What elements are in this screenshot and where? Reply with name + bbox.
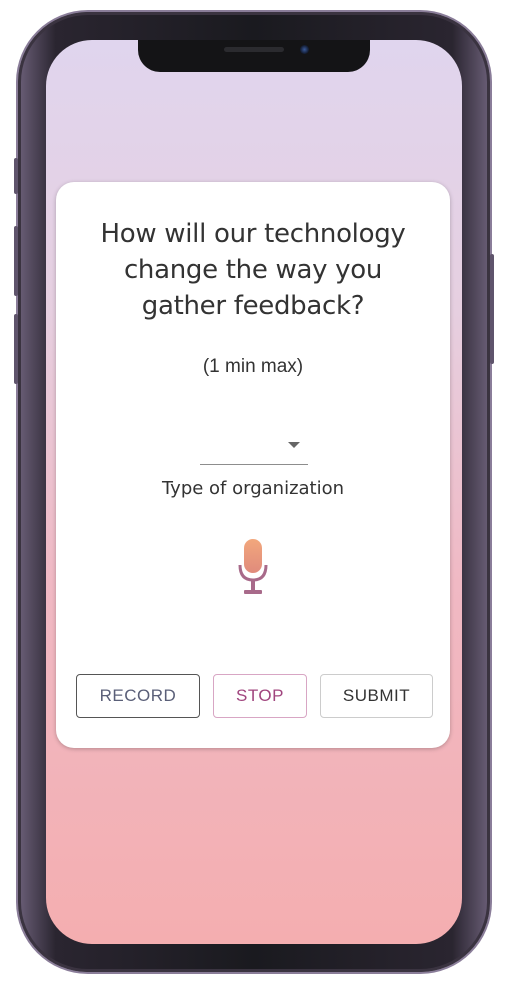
organization-type-select[interactable]	[200, 430, 308, 465]
phone-frame: How will our technology change the way y…	[14, 12, 494, 972]
microphone-icon	[235, 538, 271, 598]
chevron-down-icon	[288, 442, 300, 448]
notch	[138, 40, 370, 72]
stop-button[interactable]: STOP	[213, 674, 307, 718]
feedback-card: How will our technology change the way y…	[56, 182, 450, 748]
question-title: How will our technology change the way y…	[76, 216, 430, 324]
question-line-1: How will our technology	[100, 219, 406, 249]
time-limit-note: (1 min max)	[202, 356, 304, 377]
front-camera	[300, 45, 309, 54]
record-button[interactable]: RECORD	[76, 674, 200, 718]
speaker-grille	[224, 47, 284, 52]
phone-screen: How will our technology change the way y…	[46, 40, 462, 944]
mute-switch	[14, 158, 18, 194]
organization-type-label: Type of organization	[161, 478, 345, 499]
volume-down-button	[14, 314, 18, 384]
volume-up-button	[14, 226, 18, 296]
question-line-3: gather feedback?	[141, 291, 365, 321]
question-line-2: change the way you	[123, 255, 383, 285]
power-button	[490, 254, 494, 364]
submit-button[interactable]: SUBMIT	[320, 674, 433, 718]
